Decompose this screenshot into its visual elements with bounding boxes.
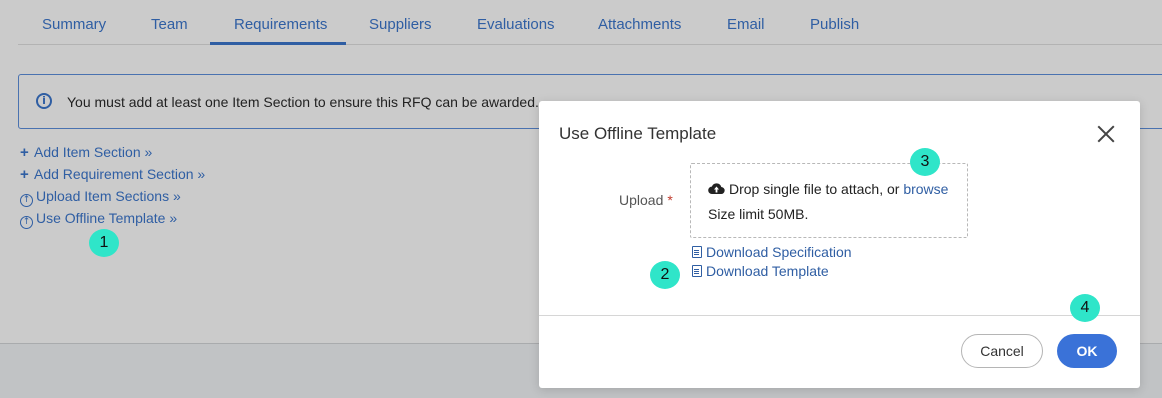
step-marker-1: 1 <box>89 229 119 257</box>
tab-team[interactable]: Team <box>151 16 188 33</box>
dialog-title: Use Offline Template <box>559 124 717 143</box>
add-requirement-section-label: Add Requirement Section » <box>34 166 206 182</box>
step-marker-4: 4 <box>1070 294 1100 322</box>
upload-field-label: Upload * <box>619 192 673 208</box>
size-limit-text: Size limit 50MB. <box>708 206 809 222</box>
step-marker-2: 2 <box>650 261 680 289</box>
drop-text: Drop single file to attach, or <box>729 181 900 197</box>
document-icon <box>692 246 702 258</box>
offline-template-dialog: Use Offline Template Upload * Drop single… <box>539 101 1140 388</box>
upload-item-sections-label: Upload Item Sections » <box>36 188 181 204</box>
plus-icon: + <box>20 166 29 183</box>
download-specification-link[interactable]: Download Specification <box>692 244 852 260</box>
tab-publish[interactable]: Publish <box>810 16 859 33</box>
use-offline-template-link[interactable]: ↑ Use Offline Template » <box>20 209 205 231</box>
download-specification-label: Download Specification <box>706 244 852 260</box>
tab-requirements[interactable]: Requirements <box>234 16 327 33</box>
required-asterisk: * <box>667 192 673 208</box>
plus-icon: + <box>20 144 29 161</box>
browse-link[interactable]: browse <box>903 181 948 197</box>
upload-icon: ↑ <box>20 194 33 207</box>
dropzone-prompt: Drop single file to attach, or browse <box>708 181 948 197</box>
tab-suppliers[interactable]: Suppliers <box>369 16 432 33</box>
info-banner-text: You must add at least one Item Section t… <box>67 94 539 110</box>
add-requirement-section-link[interactable]: + Add Requirement Section » <box>20 165 205 187</box>
requirements-actions: + Add Item Section » + Add Requirement Sec… <box>20 143 205 231</box>
upload-icon: ↑ <box>20 216 33 229</box>
add-item-section-link[interactable]: + Add Item Section » <box>20 143 205 165</box>
tab-attachments[interactable]: Attachments <box>598 16 681 33</box>
download-template-label: Download Template <box>706 263 829 279</box>
document-icon <box>692 265 702 277</box>
cloud-upload-icon <box>708 183 725 195</box>
dialog-footer-divider <box>539 315 1140 316</box>
upload-item-sections-link[interactable]: ↑ Upload Item Sections » <box>20 187 205 209</box>
step-marker-3: 3 <box>910 148 940 176</box>
tab-summary[interactable]: Summary <box>42 16 106 33</box>
tab-email[interactable]: Email <box>727 16 765 33</box>
info-icon: i <box>36 93 52 109</box>
use-offline-template-label: Use Offline Template » <box>36 210 178 226</box>
add-item-section-label: Add Item Section » <box>34 144 153 160</box>
close-icon[interactable] <box>1095 123 1117 145</box>
cancel-button[interactable]: Cancel <box>961 334 1043 368</box>
upload-label-text: Upload <box>619 192 664 208</box>
active-tab-indicator <box>210 42 346 45</box>
tab-evaluations[interactable]: Evaluations <box>477 16 555 33</box>
download-template-link[interactable]: Download Template <box>692 263 829 279</box>
ok-button[interactable]: OK <box>1057 334 1117 368</box>
tab-bar: Summary Team Requirements Suppliers Eval… <box>18 0 1162 45</box>
